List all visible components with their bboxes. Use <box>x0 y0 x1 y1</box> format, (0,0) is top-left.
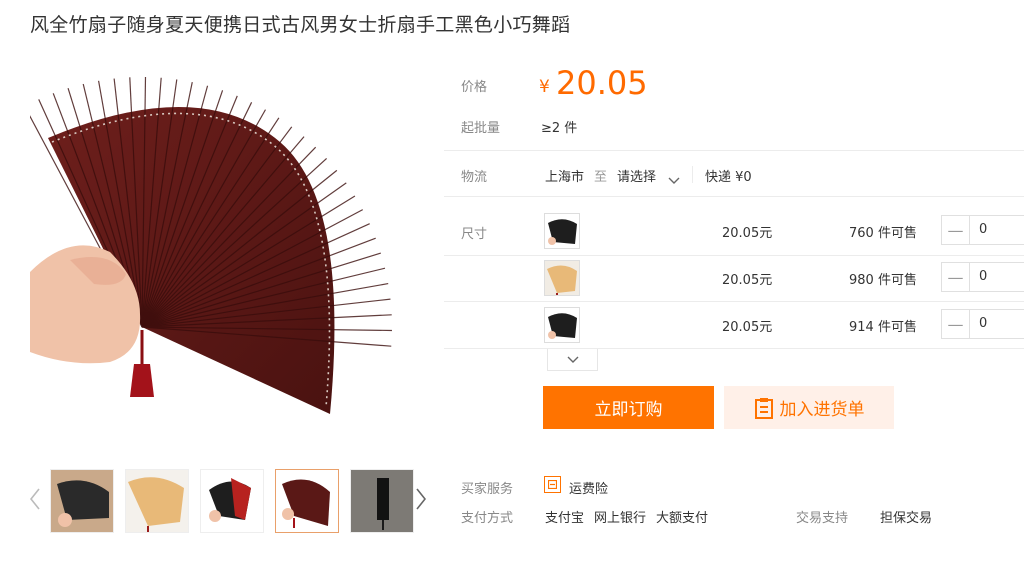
thumbnail-strip <box>50 469 414 533</box>
chevron-right-icon[interactable] <box>414 486 428 512</box>
divider <box>444 196 1024 197</box>
divider <box>444 348 1024 349</box>
sku-price: 20.05元 <box>722 320 773 335</box>
divider <box>692 166 693 183</box>
sku-row: 20.05元 914 件可售 — 0 <box>444 302 1024 348</box>
main-product-image[interactable] <box>30 52 433 450</box>
thumbnail-natural-fan[interactable] <box>125 469 189 533</box>
quantity-input[interactable]: 0 <box>970 310 987 338</box>
expand-more-button[interactable] <box>547 349 598 371</box>
divider <box>444 150 1024 151</box>
minus-icon[interactable]: — <box>942 216 970 244</box>
minus-icon[interactable]: — <box>942 310 970 338</box>
sku-stock: 760 件可售 <box>849 226 917 241</box>
pay-alipay[interactable]: 支付宝 <box>545 507 584 526</box>
ship-from: 上海市 <box>545 170 585 185</box>
moq-value: ≥2 件 <box>541 121 578 136</box>
sku-stock: 914 件可售 <box>849 320 917 335</box>
thumbnail-red-black-fan[interactable] <box>200 469 264 533</box>
add-to-cart-label: 加入进货单 <box>779 400 865 420</box>
sku-thumbnail[interactable] <box>544 307 580 343</box>
price-value: 20.05 <box>556 64 648 102</box>
minus-icon[interactable]: — <box>942 263 970 291</box>
sku-stock: 980 件可售 <box>849 273 917 288</box>
quantity-stepper[interactable]: — 0 <box>941 262 1024 292</box>
buyer-service-label: 买家服务 <box>461 482 514 497</box>
express-fee: 快递 ¥0 <box>705 170 752 185</box>
ship-to-word: 至 <box>594 170 608 185</box>
sku-row: 20.05元 760 件可售 — 0 <box>444 208 1024 254</box>
shipping-label: 物流 <box>461 170 488 185</box>
escrow-trade[interactable]: 担保交易 <box>880 507 932 526</box>
clipboard-icon <box>754 397 773 419</box>
chevron-left-icon[interactable] <box>28 486 42 512</box>
pay-large-amount[interactable]: 大额支付 <box>656 507 708 526</box>
thumbnail-burgundy-fan[interactable] <box>275 469 339 533</box>
quantity-stepper[interactable]: — 0 <box>941 309 1024 339</box>
add-to-cart-button[interactable]: 加入进货单 <box>724 386 894 429</box>
sku-thumbnail[interactable] <box>544 260 580 296</box>
sku-thumbnail[interactable] <box>544 213 580 249</box>
sku-row: 20.05元 980 件可售 — 0 <box>444 255 1024 301</box>
chevron-down-icon <box>567 356 578 363</box>
quantity-input[interactable]: 0 <box>970 216 987 244</box>
quantity-stepper[interactable]: — 0 <box>941 215 1024 245</box>
product-title: 风全竹扇子随身夏天便携日式古风男女士折扇手工黑色小巧舞蹈 <box>30 14 571 36</box>
thumbnail-black-fan-box[interactable] <box>350 469 414 533</box>
price-label: 价格 <box>461 80 488 95</box>
sku-price: 20.05元 <box>722 273 773 288</box>
chevron-down-icon[interactable] <box>668 170 680 189</box>
quantity-input[interactable]: 0 <box>970 263 987 291</box>
destination-select[interactable]: 请选择 <box>617 166 656 185</box>
payment-label: 支付方式 <box>461 511 514 526</box>
shipping-insurance[interactable]: 运费险 <box>569 478 608 497</box>
pay-online-banking[interactable]: 网上银行 <box>594 507 646 526</box>
sku-price: 20.05元 <box>722 226 773 241</box>
shipping-insurance-icon <box>544 476 561 493</box>
order-now-button[interactable]: 立即订购 <box>543 386 714 429</box>
currency-symbol: ¥ <box>539 77 550 97</box>
trade-support-label: 交易支持 <box>796 511 849 526</box>
moq-label: 起批量 <box>461 121 501 136</box>
thumbnail-black-fan[interactable] <box>50 469 114 533</box>
